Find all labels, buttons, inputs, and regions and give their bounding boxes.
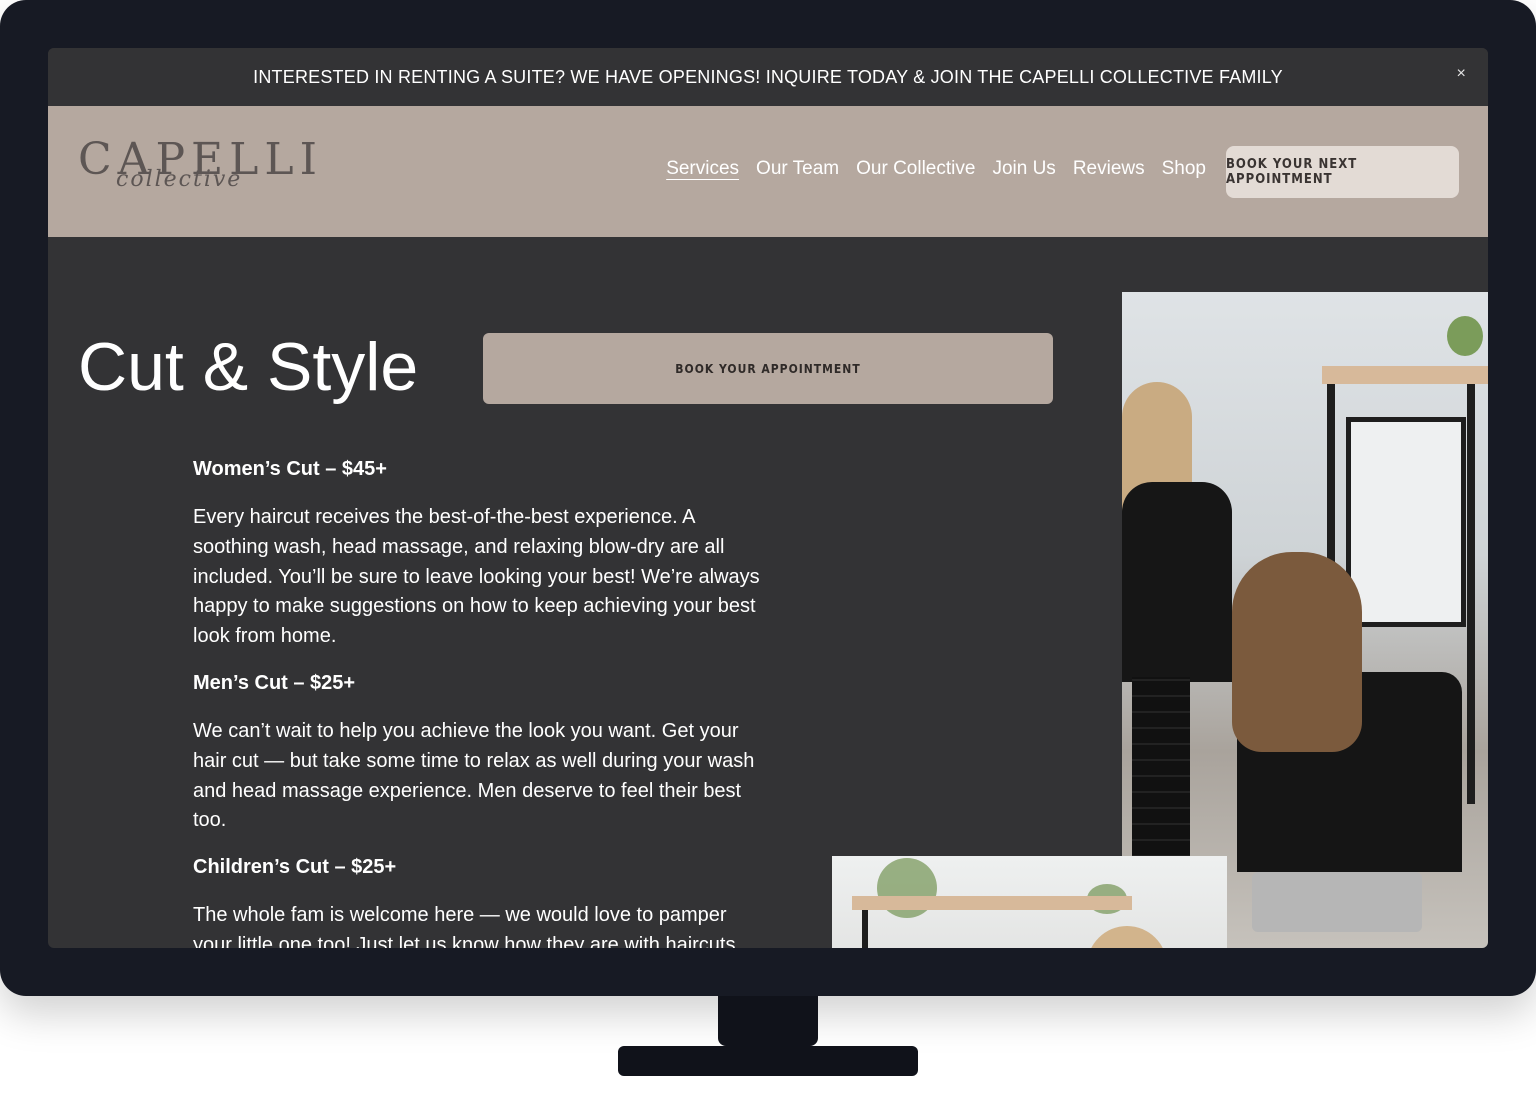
main-nav: Services Our Team Our Collective Join Us… <box>666 158 1206 180</box>
browser-viewport: INTERESTED IN RENTING A SUITE? WE HAVE O… <box>48 48 1488 948</box>
nav-services[interactable]: Services <box>666 158 739 180</box>
client-hair-shape <box>1232 552 1362 752</box>
logo-script: collective <box>116 167 243 192</box>
capelli-logo[interactable]: CAPELLI collective <box>78 134 317 204</box>
services-list: Women’s Cut – $45+ Every haircut receive… <box>193 458 768 948</box>
stylist-body-shape <box>1122 482 1232 682</box>
nav-our-collective[interactable]: Our Collective <box>856 158 975 180</box>
client-head-shape <box>1087 926 1167 948</box>
book-next-appointment-button[interactable]: BOOK YOUR NEXT APPOINTMENT <box>1226 146 1459 198</box>
station-frame-right <box>1467 384 1475 804</box>
service-heading-childrens-cut: Children’s Cut – $25+ <box>193 856 397 879</box>
service-description-womens-cut: Every haircut receives the best-of-the-b… <box>193 506 760 648</box>
station-frame <box>862 910 868 948</box>
chair-shape <box>1252 872 1422 932</box>
site-header: CAPELLI collective Services Our Team Our… <box>48 106 1488 237</box>
nav-shop[interactable]: Shop <box>1162 158 1206 180</box>
salon-photo-main <box>1122 292 1488 948</box>
service-description-mens-cut: We can’t wait to help you achieve the lo… <box>193 719 755 832</box>
stylist-legs-shape <box>1132 677 1190 857</box>
nav-our-team[interactable]: Our Team <box>756 158 839 180</box>
salon-photo-secondary <box>832 856 1227 948</box>
monitor-stand-neck <box>718 996 818 1046</box>
announcement-text: INTERESTED IN RENTING A SUITE? WE HAVE O… <box>253 66 1283 87</box>
nav-reviews[interactable]: Reviews <box>1073 158 1145 180</box>
plant-shape <box>1447 316 1483 356</box>
shelf-shape <box>852 896 1132 910</box>
nav-join-us[interactable]: Join Us <box>992 158 1055 180</box>
monitor-frame: INTERESTED IN RENTING A SUITE? WE HAVE O… <box>0 0 1536 996</box>
page-title: Cut & Style <box>78 329 419 405</box>
mirror-shape <box>1346 417 1466 627</box>
service-description-childrens-cut: The whole fam is welcome here — we would… <box>193 904 742 948</box>
close-icon[interactable]: × <box>1456 65 1466 83</box>
book-appointment-button[interactable]: BOOK YOUR APPOINTMENT <box>483 333 1053 404</box>
service-heading-mens-cut: Men’s Cut – $25+ <box>193 671 356 694</box>
service-heading-womens-cut: Women’s Cut – $45+ <box>193 458 387 480</box>
monitor-stand-base <box>618 1046 918 1076</box>
shelf-shape <box>1322 366 1488 384</box>
announcement-bar: INTERESTED IN RENTING A SUITE? WE HAVE O… <box>48 48 1488 106</box>
